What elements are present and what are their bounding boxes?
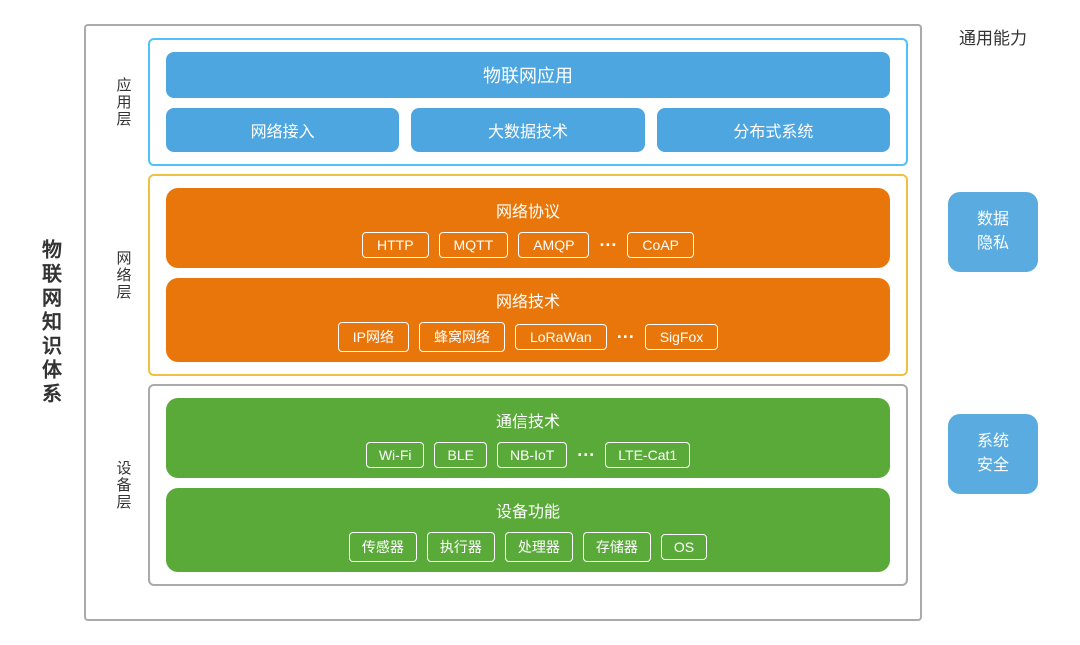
- app-layer-content: 物联网应用 网络接入 大数据技术 分布式系统: [148, 38, 908, 166]
- dev-layer-label: 设备层: [98, 384, 148, 586]
- main-diagram: 应用层 物联网应用 网络接入 大数据技术 分布式系统 网络层: [84, 24, 922, 621]
- net-http: HTTP: [362, 232, 429, 258]
- net-ip: IP网络: [338, 322, 409, 352]
- net-layer: 网络协议 HTTP MQTT AMQP ··· CoAP 网络技术: [148, 174, 908, 376]
- net-layer-row: 网络层 网络协议 HTTP MQTT AMQP ··· CoAP: [98, 174, 908, 376]
- dev-comm-items: Wi-Fi BLE NB-IoT ··· LTE-Cat1: [180, 442, 876, 468]
- dev-wifi: Wi-Fi: [366, 442, 425, 468]
- app-top-row: 物联网应用: [166, 52, 890, 98]
- app-layer-row: 应用层 物联网应用 网络接入 大数据技术 分布式系统: [98, 38, 908, 166]
- net-tech-items: IP网络 蜂窝网络 LoRaWan ··· SigFox: [180, 322, 876, 352]
- net-tech-title: 网络技术: [180, 288, 876, 312]
- net-protocol-items: HTTP MQTT AMQP ··· CoAP: [180, 232, 876, 258]
- net-tech-dots: ···: [617, 327, 635, 348]
- app-layer-label: 应用层: [98, 38, 148, 166]
- dev-layer-content: 通信技术 Wi-Fi BLE NB-IoT ··· LTE-Cat1 设备功能: [148, 384, 908, 586]
- net-lorawan: LoRaWan: [515, 324, 607, 350]
- dev-comm-dots: ···: [577, 445, 595, 466]
- dev-layer-row: 设备层 通信技术 Wi-Fi BLE NB-IoT ··· LTE-Cat1: [98, 384, 908, 586]
- dev-ltecat1: LTE-Cat1: [605, 442, 690, 468]
- net-protocol-box: 网络协议 HTTP MQTT AMQP ··· CoAP: [166, 188, 890, 268]
- app-network-access: 网络接入: [166, 108, 399, 152]
- left-label: 物联网知识体系: [32, 24, 68, 621]
- dev-layer: 通信技术 Wi-Fi BLE NB-IoT ··· LTE-Cat1 设备功能: [148, 384, 908, 586]
- right-box-system-security: 系统安全: [948, 414, 1038, 494]
- net-protocol-dots: ···: [599, 235, 617, 256]
- app-bigdata: 大数据技术: [411, 108, 644, 152]
- main-container: 物联网知识体系 应用层 物联网应用 网络接入 大数据技术 分布式系统: [0, 0, 1080, 645]
- net-layer-content: 网络协议 HTTP MQTT AMQP ··· CoAP 网络技术: [148, 174, 908, 376]
- net-layer-label: 网络层: [98, 174, 148, 376]
- dev-func-items: 传感器 执行器 处理器 存储器 OS: [180, 532, 876, 562]
- dev-processor: 处理器: [505, 532, 573, 562]
- dev-sensor: 传感器: [349, 532, 417, 562]
- net-sigfox: SigFox: [645, 324, 719, 350]
- dev-comm-box: 通信技术 Wi-Fi BLE NB-IoT ··· LTE-Cat1: [166, 398, 890, 478]
- app-distributed: 分布式系统: [657, 108, 890, 152]
- app-bottom-row: 网络接入 大数据技术 分布式系统: [166, 108, 890, 152]
- dev-storage: 存储器: [583, 532, 651, 562]
- dev-os: OS: [661, 534, 707, 560]
- net-mqtt: MQTT: [439, 232, 509, 258]
- dev-ble: BLE: [434, 442, 486, 468]
- right-panel: 通用能力 数据隐私 系统安全: [938, 24, 1048, 621]
- dev-func-box: 设备功能 传感器 执行器 处理器 存储器 OS: [166, 488, 890, 572]
- net-cellular: 蜂窝网络: [419, 322, 505, 352]
- app-layer: 物联网应用 网络接入 大数据技术 分布式系统: [148, 38, 908, 166]
- net-coap: CoAP: [627, 232, 694, 258]
- right-title: 通用能力: [959, 24, 1027, 49]
- dev-comm-title: 通信技术: [180, 408, 876, 432]
- dev-actuator: 执行器: [427, 532, 495, 562]
- dev-func-title: 设备功能: [180, 498, 876, 522]
- net-tech-box: 网络技术 IP网络 蜂窝网络 LoRaWan ··· SigFox: [166, 278, 890, 362]
- app-iot-app-box: 物联网应用: [166, 52, 890, 98]
- net-protocol-title: 网络协议: [180, 198, 876, 222]
- dev-nbiot: NB-IoT: [497, 442, 567, 468]
- net-amqp: AMQP: [518, 232, 589, 258]
- right-box-data-privacy: 数据隐私: [948, 192, 1038, 272]
